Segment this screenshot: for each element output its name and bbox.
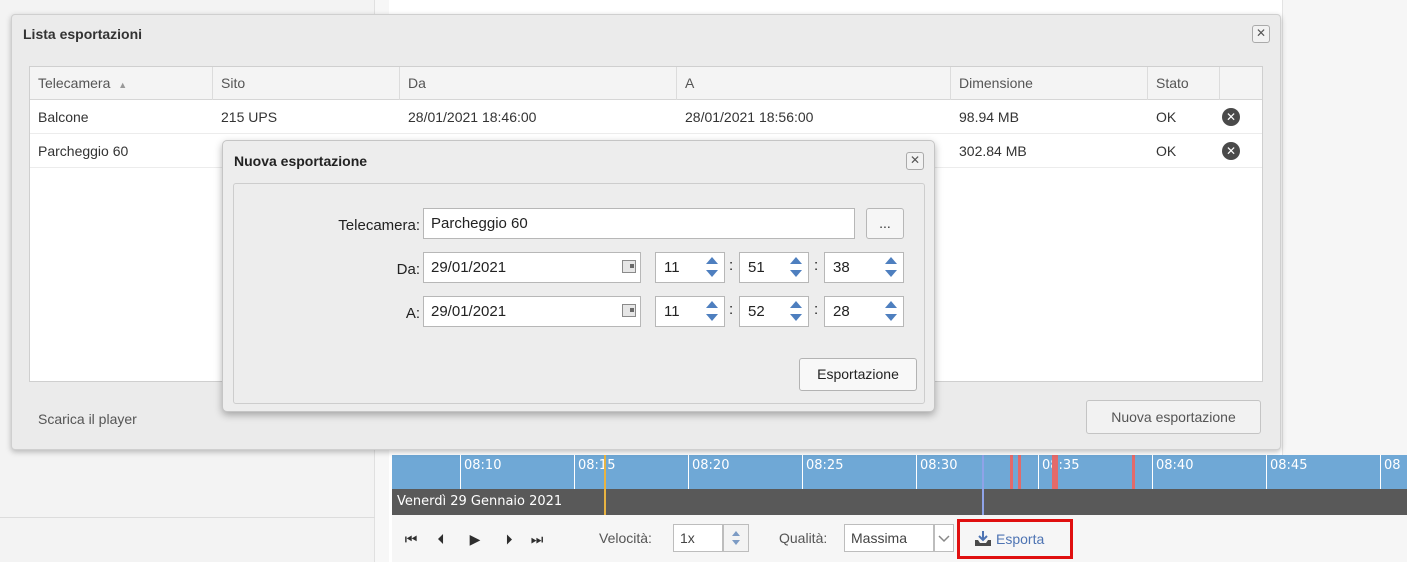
recording-marker <box>1132 455 1135 489</box>
col-header-to[interactable]: A <box>677 67 951 100</box>
time-separator: : <box>729 301 734 318</box>
export-icon <box>975 531 991 546</box>
timeline-tick: 08 <box>1380 455 1401 489</box>
table-row[interactable]: Balcone 215 UPS 28/01/2021 18:46:00 28/0… <box>30 100 1262 134</box>
spin-down-icon[interactable] <box>732 540 740 545</box>
timeline-tick: 08:20 <box>688 455 729 489</box>
from-minute-stepper[interactable]: 51 <box>739 252 809 283</box>
col-header-camera[interactable]: Telecamera ▲ <box>30 67 213 100</box>
export-form: Telecamera: Parcheggio 60 ... Da: 29/01/… <box>233 183 925 404</box>
spin-up-icon[interactable] <box>790 301 802 308</box>
time-separator: : <box>814 257 819 274</box>
spin-up-icon[interactable] <box>732 531 740 536</box>
spin-up-icon[interactable] <box>885 257 897 264</box>
confirm-export-button[interactable]: Esportazione <box>799 358 917 391</box>
quality-dropdown[interactable] <box>934 524 954 552</box>
col-header-site[interactable]: Sito <box>213 67 400 100</box>
sort-asc-icon: ▲ <box>118 80 128 90</box>
cell-to: 28/01/2021 18:56:00 <box>685 109 814 125</box>
to-hour-stepper[interactable]: 11 <box>655 296 725 327</box>
new-export-button[interactable]: Nuova esportazione <box>1086 400 1261 434</box>
speed-stepper[interactable] <box>723 524 749 552</box>
to-minute-stepper[interactable]: 52 <box>739 296 809 327</box>
timeline[interactable]: 08:10 08:15 08:20 08:25 08:30 08:35 08:4… <box>392 455 1407 515</box>
to-label: A: <box>405 305 420 322</box>
from-second-stepper[interactable]: 38 <box>824 252 904 283</box>
recording-marker <box>1010 455 1013 489</box>
spin-down-icon[interactable] <box>706 314 718 321</box>
play-icon[interactable]: ▶ <box>464 530 486 548</box>
skip-last-icon[interactable]: ⏭ <box>526 530 548 548</box>
quality-select[interactable]: Massima <box>844 524 934 552</box>
to-second-stepper[interactable]: 28 <box>824 296 904 327</box>
from-date-field[interactable]: 29/01/2021 <box>423 252 641 283</box>
selection-cursor[interactable] <box>982 455 984 515</box>
recording-marker <box>1018 455 1021 489</box>
time-separator: : <box>729 257 734 274</box>
delete-icon[interactable]: ✕ <box>1222 142 1240 160</box>
spin-down-icon[interactable] <box>885 270 897 277</box>
quality-label: Qualità: <box>779 530 828 546</box>
speed-input[interactable]: 1x <box>673 524 723 552</box>
cell-camera: Balcone <box>38 109 89 125</box>
calendar-icon[interactable] <box>622 304 636 317</box>
spin-down-icon[interactable] <box>885 314 897 321</box>
cell-from: 28/01/2021 18:46:00 <box>408 109 537 125</box>
calendar-icon[interactable] <box>622 260 636 273</box>
step-forward-icon[interactable]: ⏵ <box>498 530 520 548</box>
speed-label: Velocità: <box>599 530 652 546</box>
timeline-tick: 08:40 <box>1152 455 1193 489</box>
cell-status: OK <box>1156 109 1177 125</box>
spin-down-icon[interactable] <box>790 314 802 321</box>
timeline-date-bar: Venerdì 29 Gennaio 2021 <box>392 489 1407 515</box>
cell-size: 302.84 MB <box>959 143 1027 159</box>
left-panel-divider <box>0 517 375 518</box>
skip-first-icon[interactable]: ⏮ <box>400 530 422 548</box>
timeline-tick: 08:45 <box>1266 455 1307 489</box>
timeline-tick: 08:15 <box>574 455 615 489</box>
timeline-tick: 08:10 <box>460 455 501 489</box>
timeline-tick: 08:25 <box>802 455 843 489</box>
export-button-label: Esporta <box>996 531 1045 547</box>
chevron-down-icon <box>938 535 950 543</box>
spin-up-icon[interactable] <box>885 301 897 308</box>
col-header-from[interactable]: Da <box>400 67 677 100</box>
playhead-cursor[interactable] <box>604 455 606 515</box>
timeline-date: Venerdì 29 Gennaio 2021 <box>397 494 563 509</box>
spin-down-icon[interactable] <box>790 270 802 277</box>
dialog-title: Lista esportazioni <box>23 26 143 42</box>
cell-camera: Parcheggio 60 <box>38 143 129 159</box>
close-icon[interactable]: ✕ <box>906 152 924 170</box>
spin-down-icon[interactable] <box>706 270 718 277</box>
from-hour-stepper[interactable]: 11 <box>655 252 725 283</box>
new-export-dialog: Nuova esportazione ✕ Telecamera: Parcheg… <box>222 140 935 412</box>
camera-label: Telecamera: <box>338 217 420 234</box>
timeline-tick: 08:35 <box>1038 455 1079 489</box>
grid-header: Telecamera ▲ Sito Da A Dimensione Stato <box>30 67 1262 100</box>
recording-marker <box>1052 455 1058 489</box>
close-icon[interactable]: ✕ <box>1252 25 1270 43</box>
camera-field[interactable]: Parcheggio 60 <box>423 208 855 239</box>
right-panel <box>1282 0 1407 455</box>
time-separator: : <box>814 301 819 318</box>
browse-camera-button[interactable]: ... <box>866 208 904 239</box>
cell-size: 98.94 MB <box>959 109 1019 125</box>
from-label: Da: <box>396 261 420 278</box>
export-button[interactable]: Esporta <box>957 519 1073 559</box>
cell-site: 215 UPS <box>221 109 278 125</box>
step-back-icon[interactable]: ⏴ <box>430 530 452 548</box>
spin-up-icon[interactable] <box>706 301 718 308</box>
timeline-tick: 08:30 <box>916 455 957 489</box>
spin-up-icon[interactable] <box>706 257 718 264</box>
spin-up-icon[interactable] <box>790 257 802 264</box>
dialog-title: Nuova esportazione <box>234 153 368 169</box>
timeline-ticks[interactable]: 08:10 08:15 08:20 08:25 08:30 08:35 08:4… <box>392 455 1407 489</box>
playback-controls: ⏮ ⏴ ▶ ⏵ ⏭ Velocità: 1x Qualità: Massima … <box>392 515 1407 562</box>
to-date-field[interactable]: 29/01/2021 <box>423 296 641 327</box>
cell-status: OK <box>1156 143 1177 159</box>
col-header-size[interactable]: Dimensione <box>951 67 1148 100</box>
download-player-link[interactable]: Scarica il player <box>38 411 137 427</box>
col-header-status[interactable]: Stato <box>1148 67 1220 100</box>
delete-icon[interactable]: ✕ <box>1222 108 1240 126</box>
